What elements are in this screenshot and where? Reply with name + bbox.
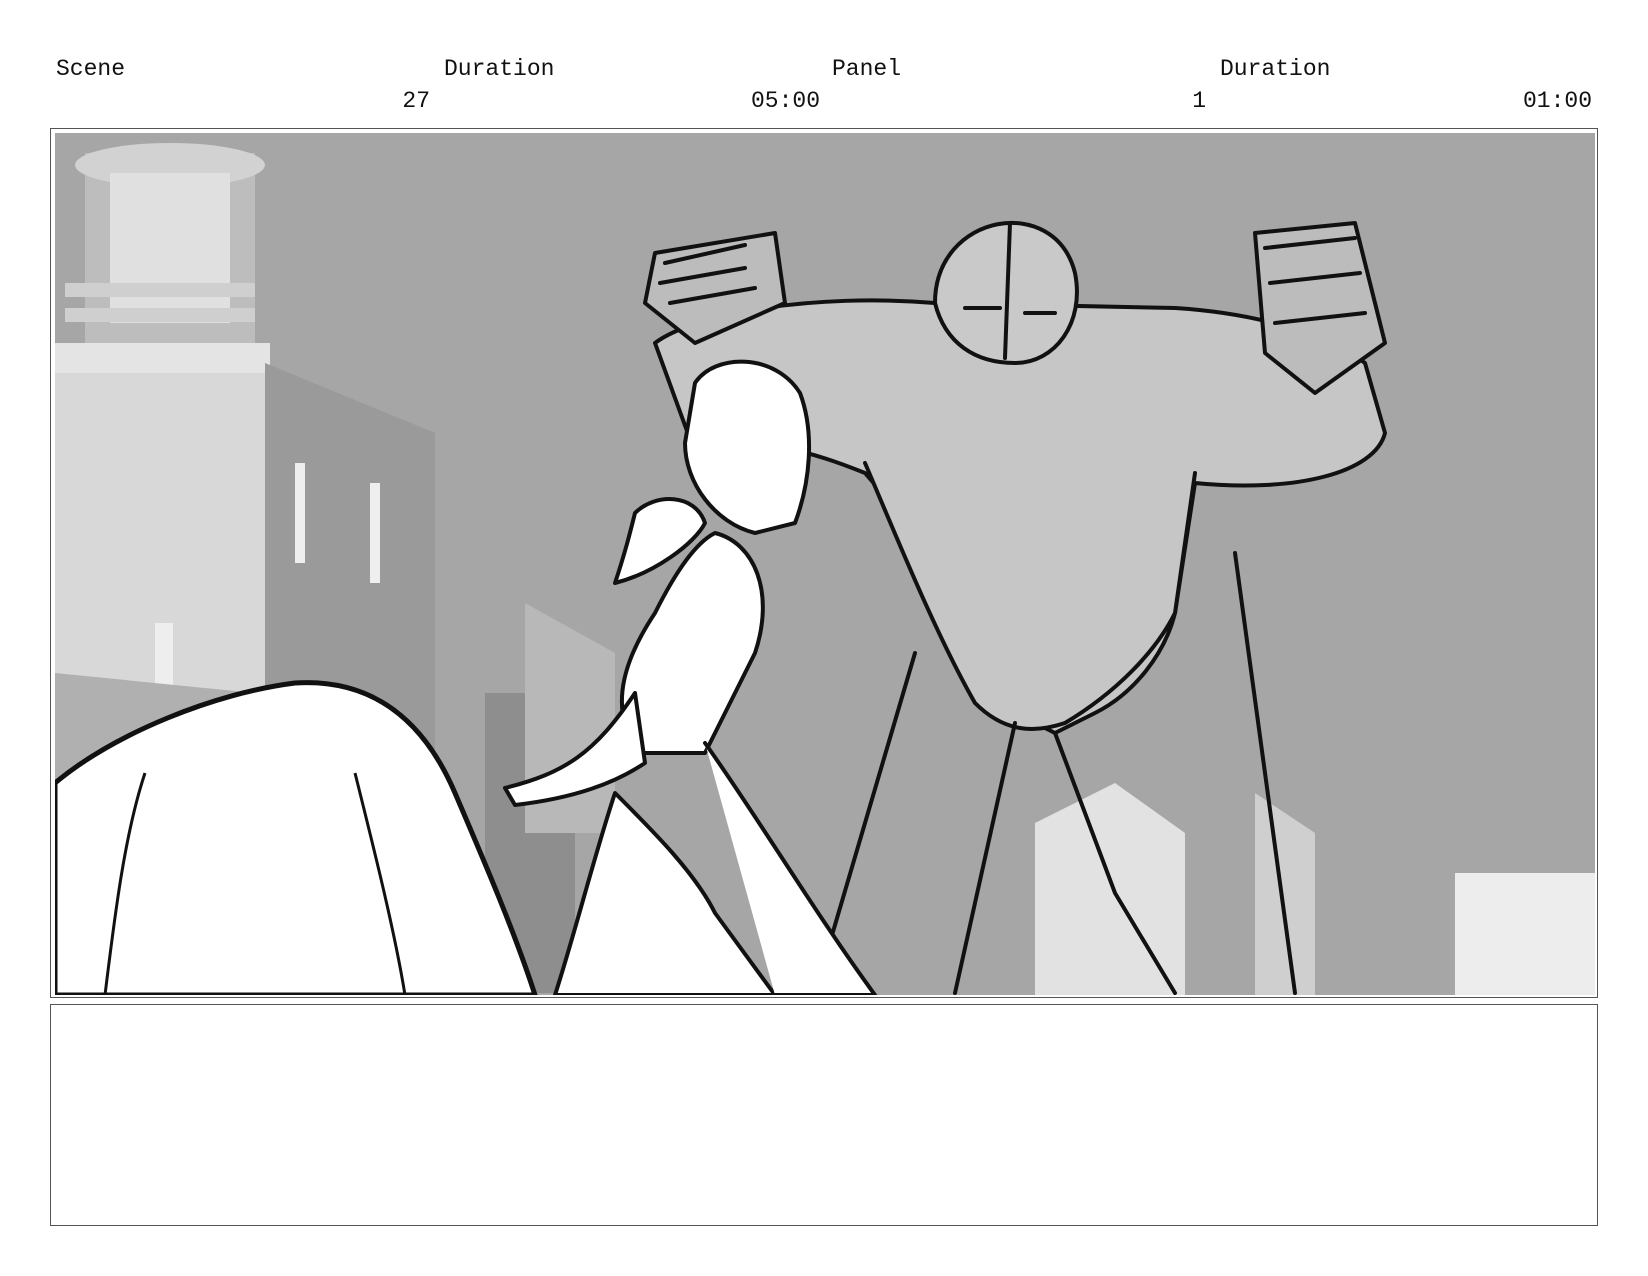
scene-duration-label: Duration [444,56,555,82]
panel-notes-text [51,1005,1597,1025]
panel-duration-label: Duration [1220,56,1331,82]
panel-notes-box[interactable] [50,1004,1598,1226]
panel-duration: 01:00 [1522,88,1592,114]
scene-label: Scene [56,56,126,82]
scene-duration: 05:00 [750,88,820,114]
panel-sketch [55,133,1595,995]
storyboard-panel [50,128,1598,998]
panel-label: Panel [832,56,902,82]
panel-number: 1 [1192,88,1206,114]
scene-number: 27 [402,88,430,114]
